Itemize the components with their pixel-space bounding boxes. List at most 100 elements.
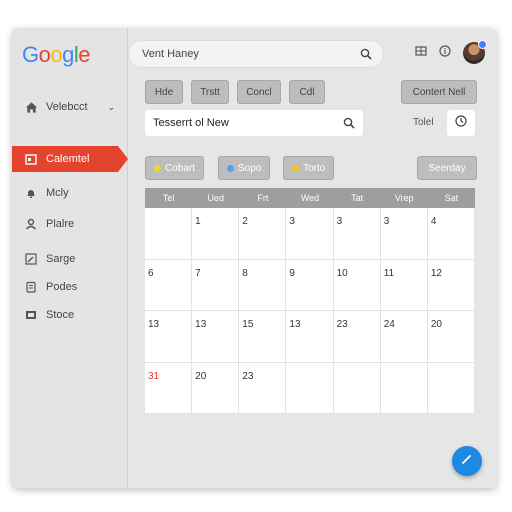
search-bar[interactable]: Vent Haney — [128, 40, 384, 68]
sidebar-item-plalre[interactable]: Plalre — [12, 211, 127, 237]
day-header: Tat — [351, 193, 364, 203]
search-icon[interactable] — [360, 48, 372, 60]
sidebar-item-label: Sarge — [46, 253, 76, 265]
day-header: Vrep — [394, 193, 414, 203]
toolbar-button-concl[interactable]: Concl — [237, 80, 281, 104]
app-window: Google Velebcct ⌄ Calemtel Mcly Plalre S… — [12, 28, 497, 488]
sidebar-item-mcly[interactable]: Mcly — [12, 180, 127, 206]
day-cell[interactable]: 10 — [333, 259, 381, 311]
day-header: Tel — [162, 193, 175, 203]
sidebar: Google Velebcct ⌄ Calemtel Mcly Plalre S… — [12, 28, 128, 488]
sidebar-item-label: Calemtel — [46, 153, 90, 165]
chip-sopo[interactable]: Sopo — [218, 156, 271, 180]
chip-torto[interactable]: Torto — [283, 156, 335, 180]
day-cell[interactable]: 20 — [192, 362, 240, 414]
day-header: Ued — [207, 193, 224, 203]
storage-icon — [24, 308, 38, 322]
day-header: Wed — [300, 193, 320, 203]
seerday-button[interactable]: Seerday — [417, 156, 477, 180]
search-input[interactable]: Vent Haney — [142, 48, 360, 60]
day-cell[interactable]: 20 — [427, 311, 475, 363]
toolbar-button-cdl[interactable]: Cdl — [289, 80, 325, 104]
toolbar-button-trstt[interactable]: Trstt — [191, 80, 229, 104]
person-icon — [24, 217, 38, 231]
day-cell[interactable]: 23 — [239, 362, 287, 414]
account-selector[interactable]: Velebcct ⌄ — [12, 94, 127, 120]
sidebar-item-calendar[interactable]: Calemtel — [12, 146, 128, 172]
day-cell[interactable]: 6 — [145, 259, 193, 311]
day-cell[interactable]: 24 — [380, 311, 428, 363]
day-header: Sat — [444, 193, 459, 203]
day-cell[interactable]: 2 — [239, 208, 287, 260]
subject-input[interactable]: Tesserrt ol New — [153, 117, 343, 129]
day-cell[interactable]: 3 — [286, 208, 334, 260]
day-cell[interactable]: 8 — [239, 259, 287, 311]
chip-cobart[interactable]: Cobart — [145, 156, 205, 180]
chip-dot — [154, 164, 161, 172]
search-icon[interactable] — [343, 117, 355, 129]
chevron-down-icon: ⌄ — [107, 101, 115, 112]
day-header: Frt — [257, 193, 269, 203]
day-cell[interactable] — [427, 362, 475, 414]
calendar-icon — [24, 152, 38, 166]
edit-box-icon — [24, 252, 38, 266]
sidebar-item-podes[interactable]: Podes — [12, 274, 127, 300]
notification-dot — [478, 40, 487, 49]
day-cell[interactable]: 31 — [145, 362, 193, 414]
day-cell[interactable]: 7 — [192, 259, 240, 311]
sidebar-item-sarge[interactable]: Sarge — [12, 246, 127, 272]
chip-label: Cobart — [165, 162, 196, 174]
info-icon[interactable] — [439, 44, 451, 62]
clock-button[interactable] — [447, 110, 475, 136]
logo-letter: e — [78, 42, 91, 67]
day-cell[interactable]: 15 — [239, 311, 287, 363]
sidebar-item-label: Podes — [46, 281, 78, 293]
day-cell[interactable]: 1 — [192, 208, 240, 260]
calendar-grid: Tel Ued Frt Wed Tat Vrep Sat 1 2 3 3 3 4… — [145, 188, 475, 414]
grid-icon[interactable] — [415, 44, 427, 62]
day-cell[interactable]: 12 — [427, 259, 475, 311]
clock-icon — [455, 114, 467, 132]
sidebar-item-label: Plalre — [46, 218, 75, 230]
chip-label: Sopo — [238, 162, 262, 174]
chip-label: Torto — [303, 162, 326, 174]
contact-new-button[interactable]: Contert Nell — [401, 80, 477, 104]
logo-letter: o — [50, 42, 63, 67]
sidebar-item-label: Stoce — [46, 309, 75, 321]
home-icon — [24, 100, 38, 114]
main-panel: Vent Haney Hde Trstt Concl Cdl Contert N… — [128, 28, 497, 488]
day-cell[interactable]: 13 — [192, 311, 240, 363]
day-cell[interactable]: 3 — [333, 208, 381, 260]
sidebar-item-label: Mcly — [46, 187, 69, 199]
day-cell[interactable] — [333, 362, 381, 414]
compose-fab[interactable] — [452, 446, 482, 476]
logo-letter: o — [38, 42, 51, 67]
calendar-body: 1 2 3 3 3 4 6 7 8 9 10 11 12 13 13 15 13… — [145, 208, 475, 414]
day-cell[interactable] — [145, 208, 193, 260]
avatar[interactable] — [463, 40, 487, 64]
day-cell[interactable]: 4 — [427, 208, 475, 260]
logo-letter: g — [62, 42, 74, 67]
logo-letter: G — [22, 42, 39, 67]
account-label: Velebcct — [46, 101, 88, 113]
chip-dot — [292, 164, 299, 172]
total-label: Tolel — [413, 117, 434, 128]
google-logo[interactable]: Google — [22, 42, 91, 68]
bell-icon — [24, 186, 38, 200]
day-cell[interactable]: 9 — [286, 259, 334, 311]
clipboard-icon — [24, 280, 38, 294]
toolbar-button-hde[interactable]: Hde — [145, 80, 183, 104]
chip-dot — [227, 164, 234, 172]
top-icons — [415, 40, 487, 64]
calendar-header-row: Tel Ued Frt Wed Tat Vrep Sat — [145, 188, 475, 208]
pencil-icon — [460, 452, 474, 471]
day-cell[interactable] — [380, 362, 428, 414]
day-cell[interactable]: 23 — [333, 311, 381, 363]
day-cell[interactable]: 11 — [380, 259, 428, 311]
subject-field[interactable]: Tesserrt ol New — [145, 110, 363, 136]
day-cell[interactable]: 13 — [286, 311, 334, 363]
sidebar-item-stoce[interactable]: Stoce — [12, 302, 127, 328]
day-cell[interactable] — [286, 362, 334, 414]
day-cell[interactable]: 3 — [380, 208, 428, 260]
day-cell[interactable]: 13 — [145, 311, 193, 363]
